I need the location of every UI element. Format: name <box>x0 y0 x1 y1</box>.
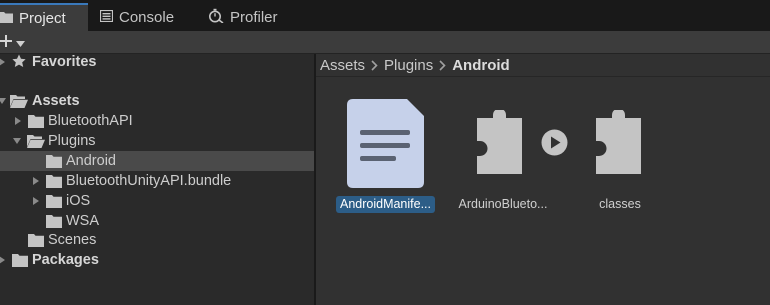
tab-profiler[interactable]: Profiler <box>208 3 328 31</box>
tree-item-packages[interactable]: Packages <box>0 250 314 270</box>
tree-item-bluetoothunityapi-bundle[interactable]: BluetoothUnityAPI.bundle <box>0 171 314 191</box>
collapse-arrow-icon[interactable] <box>0 96 7 106</box>
text-document-icon <box>347 99 424 191</box>
expand-arrow-icon[interactable] <box>0 57 7 67</box>
tree-item-ios[interactable]: iOS <box>0 191 314 211</box>
tab-label: Project <box>19 9 66 27</box>
project-toolbar <box>0 31 770 54</box>
expand-arrow-icon[interactable] <box>31 196 41 206</box>
tree-item-bluetoothapi[interactable]: BluetoothAPI <box>0 111 314 131</box>
tree-item-android[interactable]: Android <box>0 151 314 171</box>
breadcrumb: Assets Plugins Android <box>316 54 770 77</box>
puzzle-piece-icon <box>475 108 524 177</box>
stopwatch-icon <box>208 8 224 27</box>
chevron-right-icon <box>439 59 446 71</box>
breadcrumb-assets[interactable]: Assets <box>320 57 365 74</box>
tab-label: Console <box>119 8 175 26</box>
folder-icon <box>28 234 44 251</box>
folder-tree: Favorites Assets BluetoothAPI Plugins An… <box>0 54 314 305</box>
folder-open-icon <box>10 95 28 112</box>
star-icon <box>12 54 26 72</box>
puzzle-piece-icon <box>594 108 643 177</box>
folder-icon <box>0 10 13 27</box>
folder-open-icon <box>27 135 45 152</box>
chevron-down-icon <box>16 34 25 50</box>
asset-label: classes <box>599 197 641 211</box>
play-button-icon[interactable] <box>541 129 568 159</box>
tab-project[interactable]: Project <box>0 3 88 31</box>
tree-item-scenes[interactable]: Scenes <box>0 230 314 250</box>
tree-item-favorites[interactable]: Favorites <box>0 52 314 72</box>
create-dropdown-button[interactable] <box>0 32 32 52</box>
collapse-arrow-icon[interactable] <box>12 136 22 146</box>
tab-bar: Project Console Profiler <box>0 0 770 32</box>
tab-console[interactable]: Console <box>99 3 200 31</box>
breadcrumb-plugins[interactable]: Plugins <box>384 57 433 74</box>
asset-label: ArduinoBlueto... <box>458 197 548 211</box>
console-icon <box>99 9 114 26</box>
breadcrumb-android[interactable]: Android <box>452 57 510 74</box>
folder-icon <box>28 115 44 132</box>
folder-icon <box>12 254 28 271</box>
folder-icon <box>46 175 62 192</box>
plus-icon <box>0 33 14 52</box>
asset-label: AndroidManife... <box>336 196 435 213</box>
tree-item-wsa[interactable]: WSA <box>0 211 314 231</box>
tree-item-assets[interactable]: Assets <box>0 91 314 111</box>
folder-icon <box>46 155 62 172</box>
asset-grid-panel: Assets Plugins Android AndroidManife... <box>316 54 770 305</box>
tab-label: Profiler <box>230 8 278 26</box>
folder-icon <box>46 195 62 212</box>
chevron-right-icon <box>371 59 378 71</box>
expand-arrow-icon[interactable] <box>0 255 7 265</box>
expand-arrow-icon[interactable] <box>31 176 41 186</box>
expand-arrow-icon[interactable] <box>13 116 23 126</box>
tree-item-plugins[interactable]: Plugins <box>0 131 314 151</box>
